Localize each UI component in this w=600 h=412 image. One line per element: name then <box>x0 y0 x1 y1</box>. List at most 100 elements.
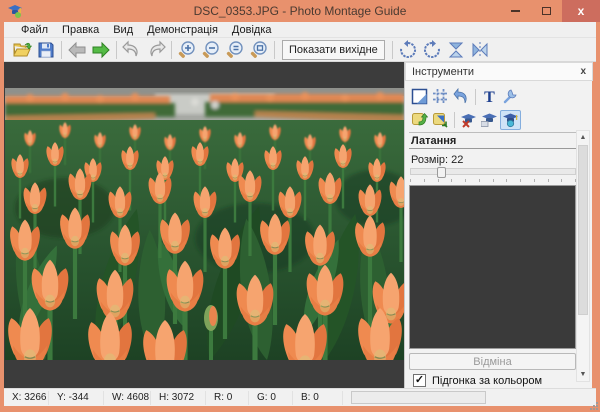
text-icon: T <box>481 88 498 105</box>
menu-edit[interactable]: Правка <box>55 24 106 36</box>
zoom-out-button[interactable] <box>199 39 223 61</box>
panel-scrollbar[interactable]: ▲ ▼ <box>576 130 590 382</box>
slider-ticks <box>410 179 576 182</box>
flip-vertical-icon <box>446 40 466 60</box>
resize-tool-button[interactable] <box>409 87 430 107</box>
status-b: B: 0 <box>293 391 343 405</box>
section-divider <box>409 148 577 149</box>
size-slider-thumb[interactable] <box>437 167 446 178</box>
save-button[interactable] <box>34 39 58 61</box>
flip-horizontal-button[interactable] <box>468 39 492 61</box>
tool-row-1: T <box>409 86 521 107</box>
menu-bar: Файл Правка Вид Демонстрація Довідка <box>4 22 596 38</box>
color-fit-row[interactable]: ✓ Підгонка за кольором <box>413 374 542 387</box>
move-object-icon <box>432 111 449 128</box>
status-r: R: 0 <box>206 391 249 405</box>
patch-tool-button[interactable] <box>500 110 521 130</box>
move-object-tool-button[interactable] <box>430 110 451 130</box>
crop-icon <box>432 88 449 105</box>
status-progress-box <box>351 391 486 404</box>
back-icon <box>67 40 87 60</box>
open-icon <box>12 40 32 60</box>
remove-object-tool-button[interactable] <box>458 110 479 130</box>
toolbar-separator <box>171 41 172 59</box>
flip-vertical-button[interactable] <box>444 39 468 61</box>
size-slider[interactable] <box>410 168 576 175</box>
zoom-actual-icon <box>225 40 245 60</box>
rotate-object-tool-button[interactable] <box>409 110 430 130</box>
menu-file[interactable]: Файл <box>14 24 55 36</box>
rotate-ccw-icon <box>422 40 442 60</box>
patch-section-title: Латання <box>411 135 456 147</box>
zoom-fit-icon <box>249 40 269 60</box>
save-icon <box>37 41 55 59</box>
status-x: X: 3266 <box>4 391 49 405</box>
tools-panel-header[interactable]: Інструменти x <box>405 62 593 81</box>
size-label: Розмір: 22 <box>411 154 463 166</box>
resize-icon <box>411 88 428 105</box>
text-tool-button[interactable]: T <box>479 87 500 107</box>
close-button[interactable]: x <box>562 0 600 22</box>
panel-close-icon[interactable]: x <box>580 66 586 77</box>
patch-preview <box>409 185 576 349</box>
tools-panel: Інструменти x <box>404 62 592 388</box>
scroll-up-icon[interactable]: ▲ <box>577 131 589 144</box>
scrollbar-thumb[interactable] <box>578 145 588 315</box>
forward-icon <box>91 40 111 60</box>
settings-icon <box>502 88 519 105</box>
remove-object-icon <box>460 111 477 128</box>
zoom-out-icon <box>201 40 221 60</box>
undo-icon <box>122 40 142 60</box>
forward-button[interactable] <box>89 39 113 61</box>
panel-divider <box>409 132 577 133</box>
title-bar: DSC_0353.JPG - Photo Montage Guide x <box>0 0 600 22</box>
status-bar: X: 3266 Y: -344 W: 4608 H: 3072 R: 0 G: … <box>4 388 596 406</box>
rotate-cw-button[interactable] <box>396 39 420 61</box>
maximize-button[interactable] <box>531 0 562 22</box>
panel-separator <box>475 89 476 105</box>
settings-tool-button[interactable] <box>500 87 521 107</box>
minimize-icon <box>511 10 520 12</box>
back-button[interactable] <box>65 39 89 61</box>
toolbar-separator <box>392 41 393 59</box>
flip-horizontal-icon <box>470 40 490 60</box>
restore-icon <box>453 88 470 105</box>
photo-tulips <box>5 88 404 360</box>
zoom-fit-button[interactable] <box>247 39 271 61</box>
menu-view[interactable]: Вид <box>106 24 140 36</box>
restore-tool-button[interactable] <box>451 87 472 107</box>
image-canvas[interactable] <box>4 62 404 388</box>
status-g: G: 0 <box>249 391 293 405</box>
menu-demo[interactable]: Демонстрація <box>140 24 225 36</box>
color-fit-label: Підгонка за кольором <box>432 375 542 387</box>
color-fit-checkbox[interactable]: ✓ <box>413 374 426 387</box>
panel-separator <box>454 112 455 128</box>
status-w: W: 4608 <box>104 391 151 405</box>
tool-row-2 <box>409 109 521 130</box>
patch-icon <box>502 111 519 128</box>
resize-grip[interactable] <box>589 401 598 410</box>
scroll-down-icon[interactable]: ▼ <box>577 368 589 381</box>
clone-object-tool-button[interactable] <box>479 110 500 130</box>
rotate-cw-icon <box>398 40 418 60</box>
rotate-ccw-button[interactable] <box>420 39 444 61</box>
cancel-button[interactable]: Відміна <box>409 353 576 370</box>
zoom-in-icon <box>177 40 197 60</box>
toolbar-separator <box>61 41 62 59</box>
rotate-object-icon <box>411 111 428 128</box>
clone-object-icon <box>481 111 498 128</box>
toolbar-separator <box>116 41 117 59</box>
toolbar-separator <box>274 41 275 59</box>
menu-help[interactable]: Довідка <box>225 24 279 36</box>
zoom-actual-button[interactable] <box>223 39 247 61</box>
zoom-in-button[interactable] <box>175 39 199 61</box>
redo-icon <box>146 40 166 60</box>
crop-tool-button[interactable] <box>430 87 451 107</box>
app-window: DSC_0353.JPG - Photo Montage Guide x Фай… <box>0 0 600 412</box>
redo-button[interactable] <box>144 39 168 61</box>
tools-panel-title: Інструменти <box>412 66 474 78</box>
open-button[interactable] <box>10 39 34 61</box>
undo-button[interactable] <box>120 39 144 61</box>
minimize-button[interactable] <box>500 0 531 22</box>
show-original-button[interactable]: Показати вихідне <box>282 40 385 60</box>
